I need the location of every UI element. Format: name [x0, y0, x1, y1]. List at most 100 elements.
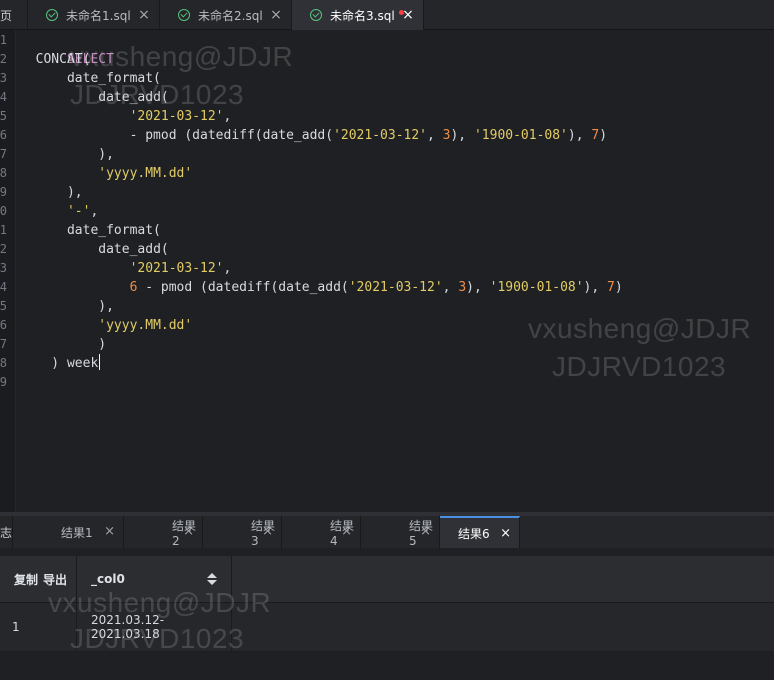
line-number: 2 [0, 242, 7, 256]
line-number: 6 [0, 318, 7, 332]
string-literal: 'yyyy.MM.dd' [98, 166, 193, 181]
row-header-actions: 复制 导出 [0, 556, 77, 602]
code-line: ), [20, 299, 114, 314]
line-number: 3 [0, 261, 7, 275]
code-line: CONCAT( [20, 50, 91, 69]
code-line: date_format( [20, 69, 161, 88]
tab-label: 未命名3.sql [330, 8, 395, 23]
number-literal: 7 [607, 280, 615, 295]
tab-result-6[interactable]: 结果6 × [440, 516, 520, 548]
code-line: date_add( [20, 88, 169, 107]
function-call: date_add( [98, 242, 169, 257]
close-icon[interactable]: × [104, 525, 115, 538]
expression-text: ), [466, 280, 490, 295]
tab-result-5[interactable]: 结果5 × [361, 516, 440, 548]
function-call: date_format( [66, 71, 161, 86]
close-icon[interactable]: × [500, 527, 511, 540]
tab-result-1[interactable]: 结果1 × [13, 516, 124, 548]
line-number: 7 [0, 147, 7, 161]
expression-text: , [442, 280, 459, 295]
expression-text: ), [583, 280, 608, 295]
indent: ) [20, 356, 67, 371]
table-row[interactable]: 1 2021.03.12-2021.03.18 [0, 603, 774, 652]
line-number: 6 [0, 128, 7, 142]
watermark-text: vxusheng@JDJR [528, 313, 752, 344]
line-number: 4 [0, 90, 7, 104]
string-literal: 'yyyy.MM.dd' [98, 318, 193, 333]
code-line: ), [20, 147, 114, 162]
sort-icon[interactable] [207, 573, 217, 585]
number-literal: 3 [458, 280, 467, 295]
query-result-grid: 复制 导出 _col0 1 2021.03.12-2021.03.18 vxus… [0, 548, 774, 680]
tab-result-2[interactable]: 结果2 × [124, 516, 203, 548]
code-line: - pmod (datediff(date_add('2021-03-12', … [20, 126, 607, 145]
column-header-label: _col0 [91, 572, 125, 586]
string-literal: '2021-03-12' [348, 280, 443, 295]
sql-code-editor[interactable]: 1 2 3 4 5 6 7 8 9 0 1 2 3 4 5 6 7 8 9 SE… [0, 30, 774, 512]
tab-untitled-2[interactable]: 未命名2.sql × [160, 0, 292, 30]
text-caret [99, 354, 101, 370]
tab-result-4[interactable]: 结果4 × [282, 516, 361, 548]
line-number: 2 [0, 52, 7, 66]
expression-text: - pmod (datediff(date_add( [20, 128, 334, 143]
punctuation: , [90, 204, 99, 219]
expression-text: , [427, 128, 443, 143]
line-number: 7 [0, 337, 7, 351]
line-number: 0 [0, 204, 7, 218]
row-index-cell: 1 [0, 603, 77, 651]
close-icon[interactable]: × [401, 8, 415, 22]
expression-text: ) [614, 280, 623, 295]
line-number: 8 [0, 166, 7, 180]
line-number: 1 [0, 33, 7, 47]
tab-partial-log[interactable]: 志 [0, 516, 13, 548]
function-call: date_format( [66, 223, 161, 238]
function-call: CONCAT( [35, 52, 91, 67]
code-line: ), [20, 185, 83, 200]
code-line: '-', [20, 202, 98, 221]
expression-text: ), [567, 128, 592, 143]
copy-button[interactable]: 复制 [14, 571, 38, 588]
tab-partial-page[interactable]: 页 [0, 0, 28, 30]
code-line: SELECT [20, 31, 114, 67]
tab-label: 结果1 [61, 525, 93, 540]
watermark-text: JDJRVD1023 [552, 351, 727, 382]
tab-label: 页 [0, 8, 13, 23]
line-number: 8 [0, 356, 7, 370]
check-circle-icon [46, 9, 58, 21]
file-tab-bar: 页 未命名1.sql × 未命名2.sql × 未命名3.sql × [0, 0, 774, 30]
string-literal: '1900-01-08' [489, 280, 584, 295]
code-line: 6 - pmod (datediff(date_add('2021-03-12'… [20, 278, 623, 297]
string-literal: '2021-03-12' [333, 128, 427, 143]
close-icon[interactable]: × [137, 8, 151, 22]
code-line: 'yyyy.MM.dd' [20, 164, 192, 183]
tab-label: 结果6 [458, 526, 490, 541]
close-icon[interactable]: × [262, 525, 273, 538]
expression-text: - pmod (datediff(date_add( [137, 280, 349, 295]
tab-untitled-3[interactable]: 未命名3.sql × [292, 0, 424, 30]
close-icon[interactable]: × [341, 525, 352, 538]
column-header[interactable]: _col0 [77, 556, 232, 602]
function-call: date_add( [98, 90, 169, 105]
close-icon[interactable]: × [420, 525, 431, 538]
punctuation: , [223, 109, 232, 124]
line-number: 9 [0, 375, 7, 389]
code-line: ) week [20, 354, 101, 373]
tab-result-3[interactable]: 结果3 × [203, 516, 282, 548]
alias-text: week [66, 356, 99, 371]
close-icon[interactable]: × [269, 8, 283, 22]
result-value-cell[interactable]: 2021.03.12-2021.03.18 [77, 603, 232, 651]
code-line: ) [20, 337, 107, 352]
export-button[interactable]: 导出 [43, 571, 67, 588]
close-icon[interactable]: × [183, 525, 194, 538]
code-line: date_add( [20, 240, 169, 259]
code-line: '2021-03-12', [20, 259, 232, 278]
code-line: date_format( [20, 221, 161, 240]
line-number: 1 [0, 223, 7, 237]
tab-untitled-1[interactable]: 未命名1.sql × [28, 0, 160, 30]
